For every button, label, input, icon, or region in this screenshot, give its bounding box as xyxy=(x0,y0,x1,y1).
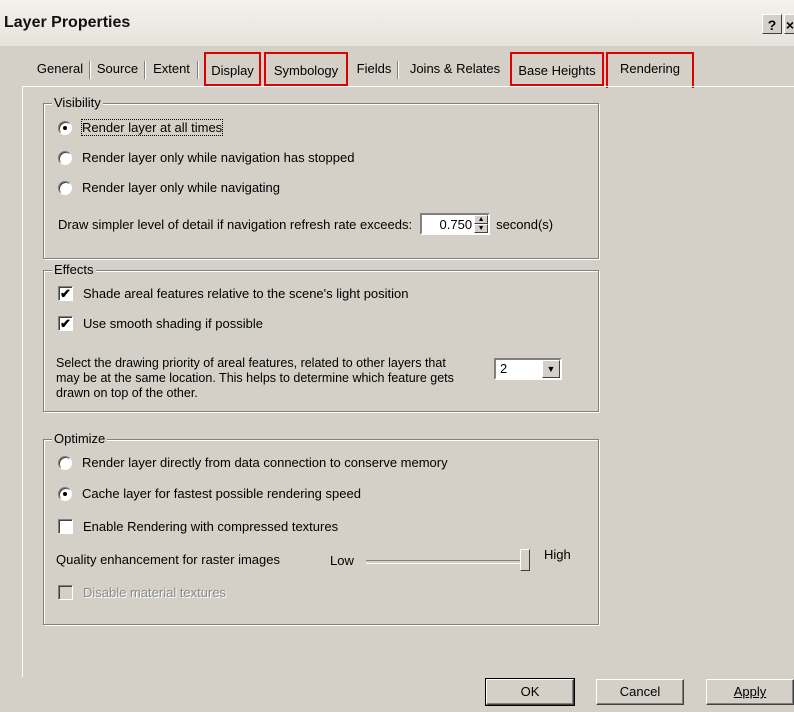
effects-legend: Effects xyxy=(52,262,96,277)
effects-group: Effects ✔ Shade areal features relative … xyxy=(43,262,599,412)
quality-low-label: Low xyxy=(330,553,354,568)
title-bar: Layer Properties ? × xyxy=(0,0,794,46)
checkbox[interactable]: ✔ xyxy=(58,286,73,301)
quality-high-label: High xyxy=(544,547,571,562)
chevron-down-icon[interactable]: ▼ xyxy=(542,360,560,378)
checkbox[interactable] xyxy=(58,585,73,600)
radio-button[interactable] xyxy=(58,180,72,195)
close-button[interactable]: × xyxy=(784,14,794,34)
checkbox-label: Shade areal features relative to the sce… xyxy=(83,286,409,301)
tab-source[interactable]: Source xyxy=(90,52,145,86)
checkbox-label: Enable Rendering with compressed texture… xyxy=(83,519,339,534)
optimize-legend: Optimize xyxy=(52,431,108,446)
priority-value: 2 xyxy=(500,361,508,376)
checkbox-compressed-textures[interactable]: Enable Rendering with compressed texture… xyxy=(58,519,338,534)
radio-render-all-times[interactable]: Render layer at all times xyxy=(58,119,224,136)
tab-strip: General Source Extent Display Symbology … xyxy=(24,52,724,88)
tab-rendering[interactable]: Rendering xyxy=(606,52,694,88)
apply-button[interactable]: Apply xyxy=(706,679,794,705)
visibility-legend: Visibility xyxy=(52,95,103,110)
refresh-rate-row: Draw simpler level of detail if navigati… xyxy=(58,213,553,235)
radio-label: Render layer only while navigating xyxy=(82,180,281,195)
tab-joins-relates[interactable]: Joins & Relates xyxy=(402,52,508,86)
visibility-group: Visibility Render layer at all times Ren… xyxy=(43,95,599,259)
tab-general[interactable]: General xyxy=(30,52,90,86)
radio-label: Render layer only while navigation has s… xyxy=(82,150,355,165)
radio-direct-connection[interactable]: Render layer directly from data connecti… xyxy=(58,455,448,470)
radio-button[interactable] xyxy=(58,486,72,501)
tab-display[interactable]: Display xyxy=(204,52,261,86)
tab-extent[interactable]: Extent xyxy=(145,52,198,86)
checkbox[interactable]: ✔ xyxy=(58,316,73,331)
checkbox-label: Disable material textures xyxy=(83,585,227,600)
radio-label: Cache layer for fastest possible renderi… xyxy=(82,486,361,501)
checkbox-disable-textures[interactable]: Disable material textures xyxy=(58,585,226,600)
radio-button[interactable] xyxy=(58,120,72,135)
tab-base-heights[interactable]: Base Heights xyxy=(510,52,604,86)
radio-render-while-navigating[interactable]: Render layer only while navigating xyxy=(58,180,280,195)
optimize-group: Optimize Render layer directly from data… xyxy=(43,431,599,625)
priority-description: Select the drawing priority of areal fea… xyxy=(56,356,454,400)
radio-render-navigation-stopped[interactable]: Render layer only while navigation has s… xyxy=(58,150,354,165)
checkbox-smooth-shading[interactable]: ✔ Use smooth shading if possible xyxy=(58,316,263,331)
cancel-button[interactable]: Cancel xyxy=(596,679,684,705)
checkbox-label: Use smooth shading if possible xyxy=(83,316,263,331)
slider-track xyxy=(366,560,530,564)
tab-fields[interactable]: Fields xyxy=(350,52,398,86)
window-title: Layer Properties xyxy=(4,14,131,31)
refresh-rate-unit: second(s) xyxy=(496,216,554,232)
radio-label: Render layer at all times xyxy=(80,119,224,136)
rendering-tab-page: Visibility Render layer at all times Ren… xyxy=(22,87,794,677)
refresh-rate-input[interactable] xyxy=(422,215,475,233)
spin-down-icon[interactable]: ▼ xyxy=(474,224,489,233)
checkbox[interactable] xyxy=(58,519,73,534)
radio-label: Render layer directly from data connecti… xyxy=(82,455,448,470)
radio-button[interactable] xyxy=(58,150,72,165)
radio-cache-layer[interactable]: Cache layer for fastest possible renderi… xyxy=(58,486,361,501)
quality-label: Quality enhancement for raster images xyxy=(56,552,280,567)
help-button[interactable]: ? xyxy=(762,14,782,34)
priority-select[interactable]: 2 ▼ xyxy=(494,358,562,380)
ok-button[interactable]: OK xyxy=(485,678,575,706)
quality-slider[interactable] xyxy=(366,549,530,571)
apply-label: Apply xyxy=(733,684,767,699)
tab-symbology[interactable]: Symbology xyxy=(264,52,348,86)
spin-up-icon[interactable]: ▲ xyxy=(474,215,489,224)
checkbox-shade-areal[interactable]: ✔ Shade areal features relative to the s… xyxy=(58,286,409,301)
refresh-rate-label: Draw simpler level of detail if navigati… xyxy=(58,216,413,232)
refresh-rate-spinner[interactable]: ▲ ▼ xyxy=(420,213,491,235)
radio-button[interactable] xyxy=(58,455,72,470)
slider-thumb[interactable] xyxy=(520,549,530,571)
